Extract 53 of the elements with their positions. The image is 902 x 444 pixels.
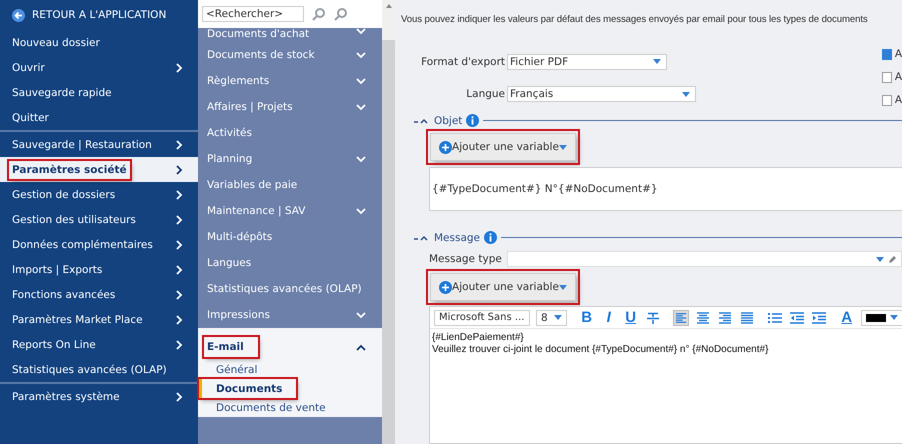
menu-item[interactable]: Statistiques avancées (OLAP) xyxy=(0,357,198,382)
submenu-subitem[interactable]: Général xyxy=(199,360,258,379)
bold-button[interactable]: B xyxy=(578,310,595,326)
submenu-subitem[interactable]: Documents xyxy=(199,379,296,398)
checkbox-label: A xyxy=(894,94,902,106)
menu-item[interactable]: Paramètres Market Place xyxy=(0,307,198,332)
field-label: Format d'export xyxy=(420,56,505,68)
menu-item[interactable]: Données complémentaires xyxy=(0,232,198,257)
checkbox-label: A xyxy=(894,48,902,60)
submenu-subitem[interactable]: Documents de vente xyxy=(199,398,326,417)
menu-item[interactable]: Quitter xyxy=(0,105,198,130)
message-editor[interactable]: Microsoft Sans ... 8 B I U A {#LienDePaiement#} Veuillez trouver ci-joint le document {#TypeDocument#} n° {#NoDocument#} xyxy=(429,306,902,444)
field-label: Message type xyxy=(429,253,502,265)
section-title: Objet xyxy=(434,114,462,126)
menu-item[interactable]: Paramètres société xyxy=(0,157,198,182)
menu-item[interactable]: Paramètres système xyxy=(0,384,198,409)
submenu-item[interactable]: Maintenance | SAV xyxy=(198,198,382,224)
description-text: Vous pouvez indiquer les valeurs par défaut des messages envoyés par email pour tous les types de documents xyxy=(401,14,868,27)
menu-item[interactable]: Reports On Line xyxy=(0,332,198,357)
message-text-line: {#LienDePaiement#} xyxy=(432,332,525,344)
submenu-item[interactable]: Affaires | Projets xyxy=(198,94,382,120)
message-text-line: Veuillez trouver ci-joint le document {#TypeDocument#} n° {#NoDocument#} xyxy=(432,344,770,356)
submenu-item[interactable]: Documents d'achat xyxy=(198,28,382,42)
back-to-application-link[interactable]: RETOUR A L'APPLICATION xyxy=(0,0,198,30)
font-dropdown[interactable]: Microsoft Sans ... xyxy=(434,310,530,326)
subject-field[interactable]: {#TypeDocument#} N°{#NoDocument#} xyxy=(429,167,902,211)
menu-item[interactable]: Gestion de dossiers xyxy=(0,182,198,207)
menu-item[interactable]: Sauvegarde rapide xyxy=(0,80,198,105)
search-field[interactable]: <Rechercher> xyxy=(202,6,304,22)
menu-item[interactable]: Ouvrir xyxy=(0,55,198,80)
text-color-button[interactable]: A xyxy=(838,310,855,326)
menu-item[interactable]: Fonctions avancées xyxy=(0,282,198,307)
submenu-item[interactable]: Activités xyxy=(198,120,382,146)
submenu-item[interactable]: Documents de stock xyxy=(198,42,382,68)
font-size-dropdown[interactable]: 8 xyxy=(536,310,567,326)
italic-button[interactable]: I xyxy=(600,310,617,326)
submenu-item[interactable]: Impressions xyxy=(198,302,382,328)
submenu-item[interactable]: Règlements xyxy=(198,68,382,94)
submenu-item[interactable]: Variables de paie xyxy=(198,172,382,198)
menu-item[interactable]: Sauvegarde | Restauration xyxy=(0,132,198,157)
menu-item[interactable]: Nouveau dossier xyxy=(0,30,198,55)
checkbox-label: A xyxy=(894,71,902,83)
underline-button[interactable]: U xyxy=(622,310,639,326)
submenu-item[interactable]: Planning xyxy=(198,146,382,172)
dropdown-field[interactable]: Fichier PDF xyxy=(507,54,667,70)
submenu-item[interactable]: Statistiques avancées (OLAP) xyxy=(198,276,382,302)
dropdown-field[interactable]: Français xyxy=(507,86,696,102)
menu-item[interactable]: Gestion des utilisateurs xyxy=(0,207,198,232)
menu-item[interactable]: Imports | Exports xyxy=(0,257,198,282)
submenu-item[interactable]: Langues xyxy=(198,250,382,276)
field-label: Langue xyxy=(465,88,505,100)
section-title: Message xyxy=(434,232,480,244)
submenu-item[interactable]: Multi-dépôts xyxy=(198,224,382,250)
